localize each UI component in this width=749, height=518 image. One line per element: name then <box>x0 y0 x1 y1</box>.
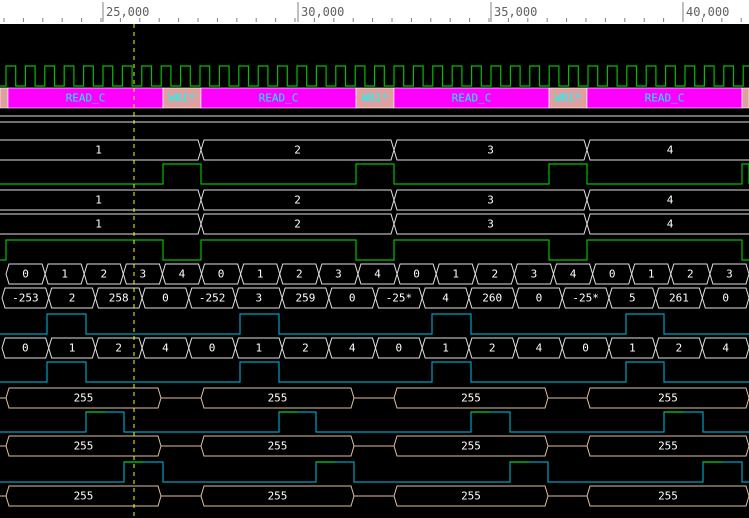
bus-mixed-value: 4 <box>536 342 543 355</box>
bus-value-value: 0 <box>722 292 729 305</box>
ruler-label: 30,000 <box>301 5 344 19</box>
state-main-label: READ_C <box>66 92 106 105</box>
state-alt-label: WRI* <box>169 92 196 105</box>
pulse-green-a-waveform <box>0 163 749 185</box>
bus-value-value: -25* <box>572 292 599 305</box>
bus-mixed-value: 0 <box>582 342 589 355</box>
bus-value-value: -253 <box>12 292 39 305</box>
bus-value-value: 3 <box>255 292 262 305</box>
state-main-label: READ_C <box>452 92 492 105</box>
bus-mixed-value: 1 <box>69 342 76 355</box>
bus-mixed-value: 1 <box>629 342 636 355</box>
bus-value-value: 4 <box>442 292 449 305</box>
bus-value-value: 260 <box>482 292 502 305</box>
bus-value-value: 2 <box>69 292 76 305</box>
bus-value-value: 258 <box>109 292 129 305</box>
state-alt-segment <box>0 87 9 109</box>
bus-value-value: 0 <box>536 292 543 305</box>
bus-index-value: 4 <box>570 268 577 281</box>
bus-index-value: 0 <box>609 268 616 281</box>
bus-index-value: 2 <box>296 268 303 281</box>
bus-255-c-value: 255 <box>268 490 288 503</box>
bus-mixed-value: 1 <box>255 342 262 355</box>
pulse-blue-a-waveform <box>0 313 749 335</box>
bus-value-value: 0 <box>162 292 169 305</box>
bus-mixed-value: 2 <box>489 342 496 355</box>
bus-mixed-value: 4 <box>349 342 356 355</box>
bus-index-value: 2 <box>492 268 499 281</box>
state-alt-label: WRI* <box>555 92 582 105</box>
bus-mixed-value: 2 <box>115 342 122 355</box>
bus-index-value: 0 <box>218 268 225 281</box>
ruler-label: 40,000 <box>686 5 729 19</box>
bus-255-b-value: 255 <box>268 440 288 453</box>
bus-count-c-value: 4 <box>667 218 674 231</box>
bus-mixed-value: 4 <box>162 342 169 355</box>
bus-index-value: 1 <box>648 268 655 281</box>
bus-value-value: 0 <box>349 292 356 305</box>
bus-index-value: 0 <box>413 268 420 281</box>
bus-255-a-value: 255 <box>74 392 94 405</box>
bus-255-b-value: 255 <box>74 440 94 453</box>
bus-index-value: 1 <box>257 268 264 281</box>
bus-255-b-value: 255 <box>658 440 678 453</box>
clock-waveform <box>0 65 749 87</box>
bus-mixed-value: 2 <box>302 342 309 355</box>
bus-count-b-value: 2 <box>294 194 301 207</box>
pulse-green-b-waveform <box>0 239 749 261</box>
bus-count-a-value: 3 <box>487 144 494 157</box>
bus-index-value: 4 <box>374 268 381 281</box>
bus-index-value: 3 <box>140 268 147 281</box>
bus-index-value: 1 <box>452 268 459 281</box>
bus-255-c-value: 255 <box>658 490 678 503</box>
bus-255-c-value: 255 <box>74 490 94 503</box>
bus-index-value: 1 <box>61 268 68 281</box>
bus-mixed-value: 0 <box>22 342 29 355</box>
bus-value-value: -252 <box>199 292 226 305</box>
pulse-mixed-b-waveform <box>0 461 749 483</box>
bus-index-value: 3 <box>726 268 733 281</box>
bus-255-a-value: 255 <box>461 392 481 405</box>
bus-index-value: 2 <box>100 268 107 281</box>
bus-count-a-value: 2 <box>294 144 301 157</box>
bus-index-value: 4 <box>179 268 186 281</box>
pulse-mixed-a-waveform <box>0 411 749 433</box>
bus-count-b-value: 4 <box>667 194 674 207</box>
bus-mixed-value: 4 <box>722 342 729 355</box>
state-alt-label: WRI* <box>362 92 389 105</box>
bus-value-value: -25* <box>386 292 413 305</box>
bus-index-value: 3 <box>531 268 538 281</box>
waveform-viewer: 25,000 30,000 35,000 40,000 READ_C WRI* READ_C… <box>0 0 749 518</box>
bus-value-value: 259 <box>296 292 316 305</box>
bus-mixed-value: 1 <box>442 342 449 355</box>
bus-count-b-value: 3 <box>487 194 494 207</box>
bus-255-a-value: 255 <box>268 392 288 405</box>
ruler-label: 35,000 <box>494 5 537 19</box>
state-main-label: READ_C <box>645 92 685 105</box>
bus-value-value: 261 <box>669 292 689 305</box>
bus-count-b-value: 1 <box>95 194 102 207</box>
ruler-label: 25,000 <box>106 5 149 19</box>
bus-index-value: 0 <box>22 268 29 281</box>
bus-255-b-value: 255 <box>461 440 481 453</box>
bus-index-value: 3 <box>335 268 342 281</box>
bus-255-a-value: 255 <box>658 392 678 405</box>
state-alt-segment <box>741 87 749 109</box>
bus-mixed-value: 0 <box>396 342 403 355</box>
waveform-area[interactable]: 25,000 30,000 35,000 40,000 READ_C WRI* READ_C… <box>0 0 749 518</box>
bus-mixed-value: 2 <box>676 342 683 355</box>
pulse-blue-b-waveform <box>0 361 749 383</box>
bus-count-a-value: 1 <box>95 144 102 157</box>
state-main-label: READ_C <box>259 92 299 105</box>
bus-count-c-value: 1 <box>95 218 102 231</box>
bus-index-value: 2 <box>687 268 694 281</box>
bus-255-c-value: 255 <box>461 490 481 503</box>
bus-mixed-value: 0 <box>209 342 216 355</box>
bus-count-a-value: 4 <box>667 144 674 157</box>
bus-count-c-value: 2 <box>294 218 301 231</box>
bus-value-value: 5 <box>629 292 636 305</box>
bus-count-c-value: 3 <box>487 218 494 231</box>
